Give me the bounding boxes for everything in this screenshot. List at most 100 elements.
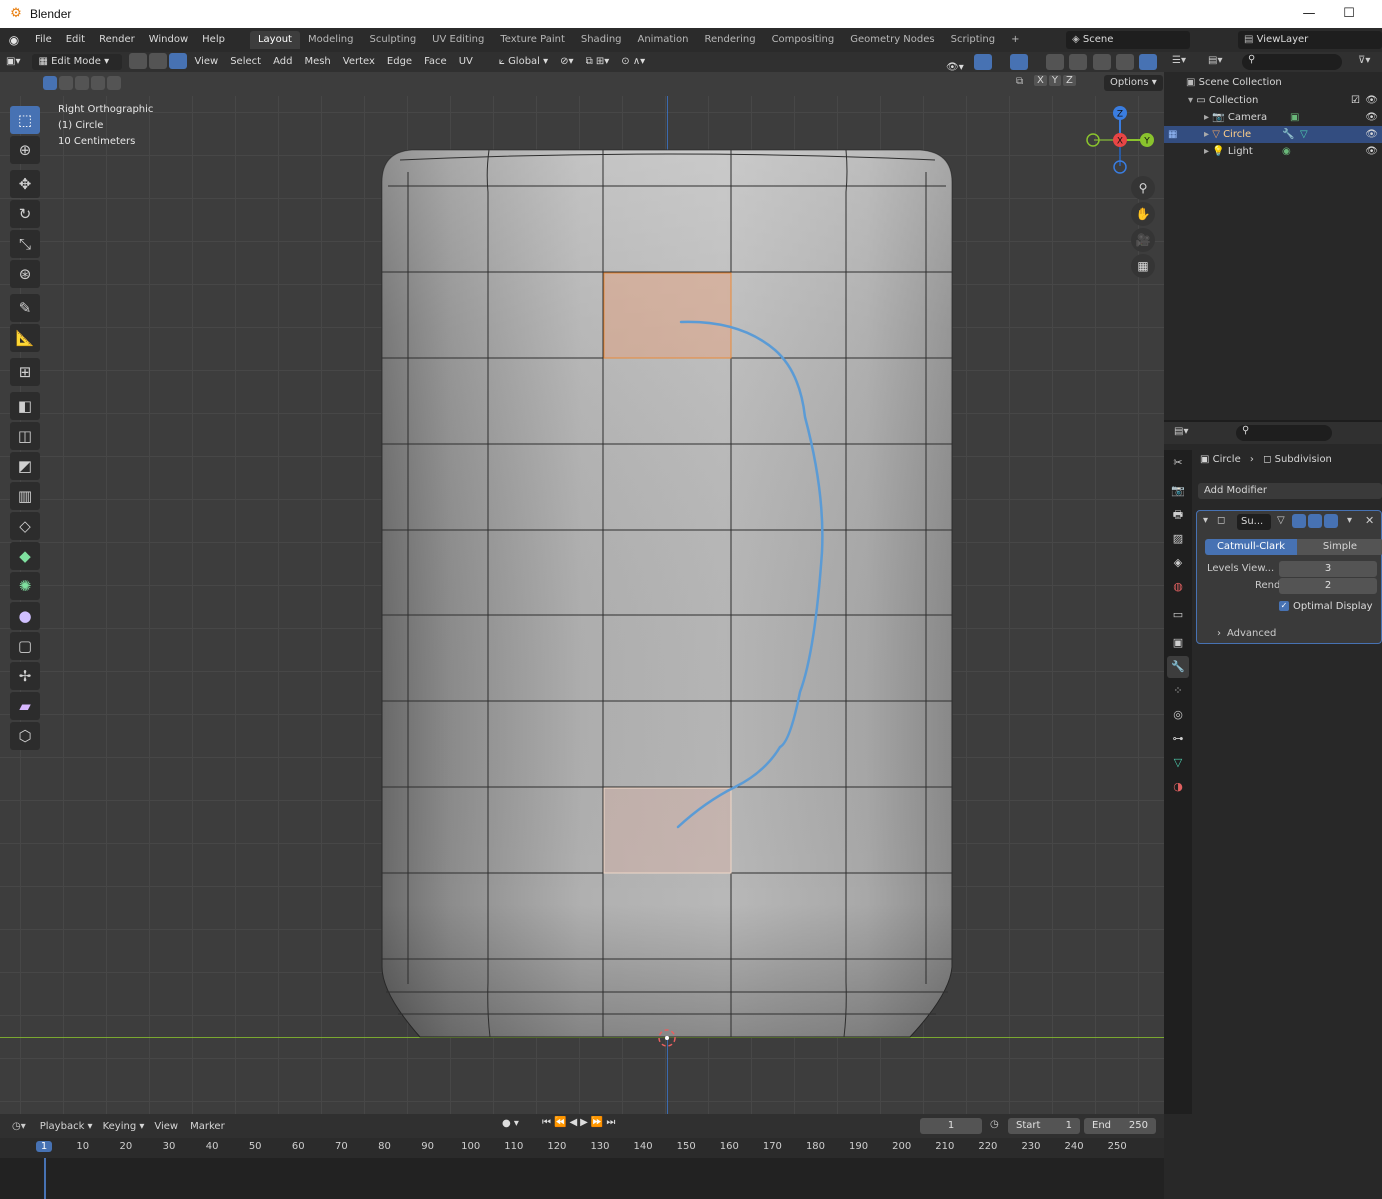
loop-cut-tool-icon[interactable]: ▥ <box>10 482 40 510</box>
scene-tab-icon[interactable]: ◈ <box>1167 552 1189 574</box>
expand-camera-icon[interactable]: ▸ <box>1204 112 1212 123</box>
tab-sculpting[interactable]: Sculpting <box>361 31 424 49</box>
3d-viewport[interactable]: ▣▾ ▦ Edit Mode ▾ View Select Add Mesh Ve… <box>0 52 1164 1114</box>
selected-face-top[interactable] <box>603 272 732 359</box>
inset-tool-icon[interactable]: ◫ <box>10 422 40 450</box>
on-cage-toggle[interactable] <box>1292 514 1306 528</box>
edge-slide-tool-icon[interactable]: ▢ <box>10 632 40 660</box>
play-icon[interactable]: ▶ <box>580 1117 591 1128</box>
scene-collection-row[interactable]: ▣ Scene Collection <box>1164 74 1382 91</box>
modifier-menu-icon[interactable]: ▾ <box>1347 515 1352 526</box>
marker-menu[interactable]: Marker <box>190 1121 225 1132</box>
edit-mode-display-toggle[interactable] <box>1308 514 1322 528</box>
scale-tool-icon[interactable]: ⤡ <box>10 230 40 258</box>
move-tool-icon[interactable]: ✥ <box>10 170 40 198</box>
advanced-section-label[interactable]: Advanced <box>1227 628 1276 639</box>
prev-keyframe-icon[interactable]: ⏪ <box>554 1117 569 1128</box>
play-reverse-icon[interactable]: ◀ <box>569 1117 580 1128</box>
bevel-tool-icon[interactable]: ◩ <box>10 452 40 480</box>
tab-texture-paint[interactable]: Texture Paint <box>492 31 573 49</box>
physics-tab-icon[interactable]: ◎ <box>1167 704 1189 726</box>
tool-tab-icon[interactable]: ✂ <box>1167 452 1189 474</box>
tab-layout[interactable]: Layout <box>249 31 300 49</box>
knife-tool-icon[interactable]: ◇ <box>10 512 40 540</box>
simple-button[interactable]: Simple <box>1297 539 1382 555</box>
mesh-object[interactable] <box>0 52 1164 1114</box>
menu-window[interactable]: Window <box>142 28 195 52</box>
smooth-tool-icon[interactable]: ● <box>10 602 40 630</box>
zoom-icon[interactable]: ⚲ <box>1131 176 1155 200</box>
collection-tab-icon[interactable]: ▭ <box>1167 604 1189 626</box>
blender-menu-icon[interactable]: ◉ <box>0 33 28 47</box>
collection-visibility-icon[interactable]: 👁 <box>1365 92 1378 109</box>
tab-animation[interactable]: Animation <box>630 31 697 49</box>
current-frame-field[interactable]: 1 <box>920 1118 982 1134</box>
select-tool-icon[interactable]: ⬚ <box>10 106 40 134</box>
clock-icon[interactable]: ◷ <box>990 1119 999 1130</box>
view-layer-tab-icon[interactable]: ▨ <box>1167 528 1189 550</box>
poly-build-tool-icon[interactable]: ◆ <box>10 542 40 570</box>
world-tab-icon[interactable]: ◍ <box>1167 576 1189 598</box>
view-layer-selector[interactable]: ▤ ViewLayer <box>1238 31 1382 49</box>
timeline-ruler[interactable]: 1 10 20 30 40 50 60 70 80 90 100 110 120 130 140 150 160… <box>0 1138 1164 1158</box>
tab-modeling[interactable]: Modeling <box>300 31 362 49</box>
levels-viewport-field[interactable]: 3 <box>1279 561 1377 577</box>
outliner-editor-icon[interactable]: ☰▾ <box>1172 55 1186 66</box>
modifier-tab-icon[interactable]: 🔧 <box>1167 656 1189 678</box>
menu-help[interactable]: Help <box>195 28 232 52</box>
display-mode-icon[interactable]: ▤▾ <box>1208 55 1222 66</box>
pan-hand-icon[interactable]: ✋ <box>1131 202 1155 226</box>
shear-tool-icon[interactable]: ▰ <box>10 692 40 720</box>
remove-modifier-icon[interactable]: ✕ <box>1365 514 1374 527</box>
light-visibility-icon[interactable]: 👁 <box>1365 143 1378 160</box>
outliner-item-light[interactable]: ▸ 💡 Light ◉ 👁 <box>1164 143 1382 160</box>
add-workspace-button[interactable]: + <box>1003 31 1027 49</box>
maximize-button[interactable]: ☐ <box>1334 4 1364 24</box>
navigation-gizmo[interactable]: Z X Y <box>1082 104 1158 180</box>
tab-shading[interactable]: Shading <box>573 31 630 49</box>
jump-start-icon[interactable]: ⏮ <box>542 1117 554 1128</box>
menu-file[interactable]: File <box>28 28 59 52</box>
cursor-tool-icon[interactable]: ⊕ <box>10 136 40 164</box>
start-frame-field[interactable]: Start 1 <box>1008 1118 1080 1134</box>
render-tab-icon[interactable]: 📷 <box>1167 480 1189 502</box>
measure-tool-icon[interactable]: 📐 <box>10 324 40 352</box>
optimal-display-checkbox[interactable]: ✓ <box>1279 601 1289 611</box>
jump-end-icon[interactable]: ⏭ <box>606 1117 618 1128</box>
particles-tab-icon[interactable]: ⁘ <box>1167 680 1189 702</box>
outliner-search-input[interactable]: ⚲ <box>1242 54 1342 70</box>
menu-render[interactable]: Render <box>92 28 142 52</box>
data-tab-icon[interactable]: ▽ <box>1167 752 1189 774</box>
tab-uv-editing[interactable]: UV Editing <box>424 31 492 49</box>
constraints-tab-icon[interactable]: ⊶ <box>1167 728 1189 750</box>
tab-scripting[interactable]: Scripting <box>943 31 1003 49</box>
edit-mode-toggle-icon[interactable]: ▽ <box>1277 515 1285 526</box>
minimize-button[interactable]: — <box>1294 4 1324 24</box>
rotate-tool-icon[interactable]: ↻ <box>10 200 40 228</box>
catmull-clark-button[interactable]: Catmull-Clark <box>1205 539 1297 555</box>
properties-editor-icon[interactable]: ▤▾ <box>1174 426 1188 437</box>
scene-selector[interactable]: ◈ Scene <box>1066 31 1190 49</box>
tab-rendering[interactable]: Rendering <box>696 31 763 49</box>
outliner-item-camera[interactable]: ▸ 📷 Camera ▣ 👁 <box>1164 109 1382 126</box>
collapse-modifier-icon[interactable]: ▾ <box>1203 515 1208 526</box>
camera-visibility-icon[interactable]: 👁 <box>1365 109 1378 126</box>
annotate-tool-icon[interactable]: ✎ <box>10 294 40 322</box>
modifier-name-input[interactable]: Su... <box>1237 514 1271 530</box>
keying-menu[interactable]: Keying ▾ <box>103 1121 145 1132</box>
next-keyframe-icon[interactable]: ⏩ <box>591 1117 606 1128</box>
rip-tool-icon[interactable]: ⬡ <box>10 722 40 750</box>
camera-view-icon[interactable]: 🎥 <box>1131 228 1155 252</box>
end-frame-field[interactable]: End 250 <box>1084 1118 1156 1134</box>
menu-edit[interactable]: Edit <box>59 28 92 52</box>
outliner-item-circle[interactable]: ▦ ▸ ▽ Circle 🔧 ▽ 👁 <box>1164 126 1382 143</box>
render-display-toggle[interactable] <box>1324 514 1338 528</box>
add-modifier-button[interactable]: Add Modifier <box>1198 483 1382 499</box>
playback-menu[interactable]: Playback ▾ <box>40 1121 93 1132</box>
extrude-tool-icon[interactable]: ◧ <box>10 392 40 420</box>
properties-search-input[interactable]: ⚲ <box>1236 425 1332 441</box>
tab-geometry-nodes[interactable]: Geometry Nodes <box>842 31 942 49</box>
transform-tool-icon[interactable]: ⊛ <box>10 260 40 288</box>
spin-tool-icon[interactable]: ✺ <box>10 572 40 600</box>
material-tab-icon[interactable]: ◑ <box>1167 776 1189 798</box>
